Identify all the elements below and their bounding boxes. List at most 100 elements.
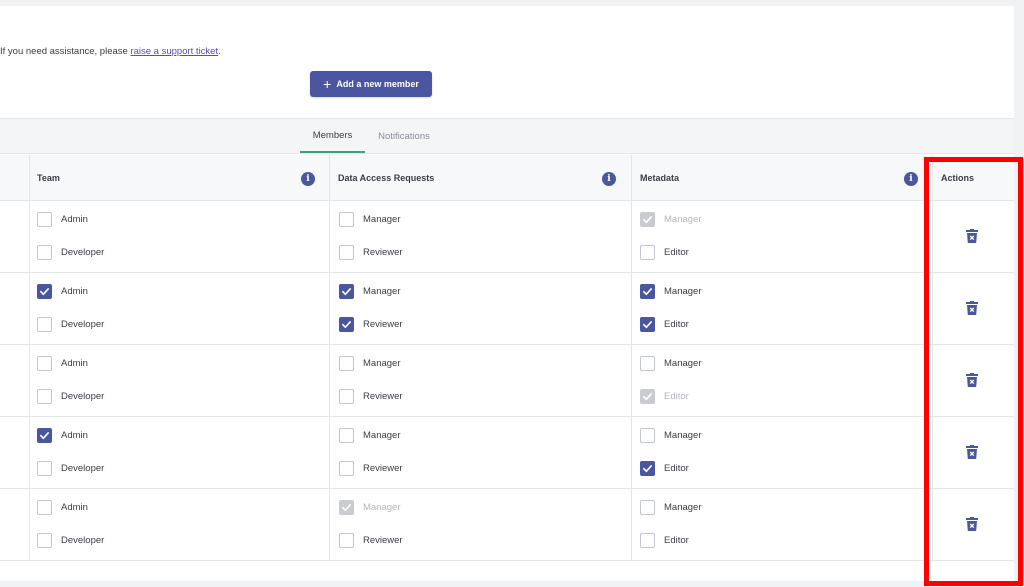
metadata-editor-label: Editor — [664, 246, 689, 258]
team-admin-checkbox[interactable] — [37, 355, 52, 371]
delete-member-button[interactable] — [966, 445, 978, 459]
team-developer-checkbox[interactable] — [37, 388, 52, 404]
dar-reviewer-checkbox[interactable] — [339, 388, 354, 404]
team-admin-checkbox[interactable] — [37, 499, 52, 515]
metadata-manager-option[interactable]: Manager — [640, 426, 702, 444]
team-developer-checkbox[interactable] — [37, 316, 52, 332]
dar-reviewer-option[interactable]: Reviewer — [339, 459, 403, 477]
team-developer-option[interactable]: Developer — [37, 315, 104, 333]
metadata-manager-option[interactable]: Manager — [640, 498, 702, 516]
support-ticket-link[interactable]: raise a support ticket — [130, 46, 218, 57]
dar-manager-option: Manager — [339, 498, 401, 516]
metadata-editor-checkbox — [640, 388, 655, 404]
team-admin-checkbox[interactable] — [37, 283, 52, 299]
team-admin-label: Admin — [61, 213, 88, 225]
team-admin-option[interactable]: Admin — [37, 354, 88, 372]
trash-icon — [966, 445, 978, 459]
add-member-label: Add a new member — [336, 79, 419, 89]
metadata-manager-checkbox[interactable] — [640, 499, 655, 515]
dar-manager-option[interactable]: Manager — [339, 210, 401, 228]
metadata-manager-label: Manager — [664, 429, 702, 441]
metadata-manager-checkbox[interactable] — [640, 283, 655, 299]
team-admin-option[interactable]: Admin — [37, 426, 88, 444]
metadata-editor-option[interactable]: Editor — [640, 315, 689, 333]
team-admin-checkbox[interactable] — [37, 211, 52, 227]
dar-reviewer-label: Reviewer — [363, 462, 403, 474]
delete-member-button[interactable] — [966, 373, 978, 387]
dar-manager-checkbox[interactable] — [339, 211, 354, 227]
team-developer-option[interactable]: Developer — [37, 459, 104, 477]
check-icon — [643, 320, 652, 328]
dar-reviewer-option[interactable]: Reviewer — [339, 315, 403, 333]
column-header-metadata: Metadata — [640, 173, 680, 183]
metadata-editor-option[interactable]: Editor — [640, 531, 689, 549]
dar-manager-checkbox[interactable] — [339, 283, 354, 299]
check-icon — [643, 464, 652, 472]
dar-reviewer-label: Reviewer — [363, 318, 403, 330]
metadata-manager-option[interactable]: Manager — [640, 282, 702, 300]
column-header-data-access-requests: Data Access Requests — [338, 173, 435, 183]
dar-manager-option[interactable]: Manager — [339, 426, 401, 444]
table-row: Admin Developer Manager Reviewer Manager Edit… — [0, 417, 1014, 489]
info-icon[interactable]: i — [301, 172, 315, 186]
tab-members[interactable]: Members — [300, 119, 365, 153]
metadata-editor-option[interactable]: Editor — [640, 243, 689, 261]
dar-reviewer-checkbox[interactable] — [339, 532, 354, 548]
plus-icon: + — [323, 75, 332, 92]
metadata-editor-checkbox[interactable] — [640, 244, 655, 260]
check-icon — [342, 503, 351, 511]
metadata-manager-label: Manager — [664, 285, 702, 297]
dar-manager-checkbox[interactable] — [339, 427, 354, 443]
metadata-editor-option: Editor — [640, 387, 689, 405]
metadata-editor-checkbox[interactable] — [640, 316, 655, 332]
check-icon — [40, 287, 49, 295]
team-developer-checkbox[interactable] — [37, 532, 52, 548]
dar-manager-checkbox[interactable] — [339, 355, 354, 371]
dar-manager-checkbox — [339, 499, 354, 515]
team-developer-label: Developer — [61, 318, 105, 330]
dar-reviewer-option[interactable]: Reviewer — [339, 387, 403, 405]
delete-member-button[interactable] — [966, 517, 978, 531]
team-admin-option[interactable]: Admin — [37, 210, 88, 228]
info-icon[interactable]: i — [602, 172, 616, 186]
info-icon[interactable]: i — [904, 172, 918, 186]
delete-member-button[interactable] — [966, 229, 978, 243]
dar-manager-option[interactable]: Manager — [339, 282, 401, 300]
help-prefix: If you need assistance, please — [0, 46, 131, 57]
dar-reviewer-checkbox[interactable] — [339, 460, 354, 476]
dar-manager-option[interactable]: Manager — [339, 354, 401, 372]
dar-manager-label: Manager — [363, 357, 401, 369]
metadata-manager-checkbox[interactable] — [640, 355, 655, 371]
metadata-manager-checkbox[interactable] — [640, 427, 655, 443]
team-admin-option[interactable]: Admin — [37, 498, 88, 516]
help-text: If you need assistance, please raise a s… — [0, 46, 221, 57]
dar-reviewer-checkbox[interactable] — [339, 244, 354, 260]
metadata-editor-label: Editor — [664, 318, 689, 330]
metadata-editor-checkbox[interactable] — [640, 532, 655, 548]
team-developer-option[interactable]: Developer — [37, 531, 104, 549]
team-developer-checkbox[interactable] — [37, 244, 52, 260]
team-developer-option[interactable]: Developer — [37, 387, 104, 405]
team-developer-checkbox[interactable] — [37, 460, 52, 476]
table-row: Admin Developer Manager Reviewer Manager Edit… — [0, 489, 1014, 561]
tab-notifications[interactable]: Notifications — [371, 119, 437, 153]
tab-bar: Members Notifications — [0, 118, 1014, 154]
team-developer-label: Developer — [61, 462, 105, 474]
metadata-editor-checkbox[interactable] — [640, 460, 655, 476]
table-row: Admin Developer Manager Reviewer Manager Edit… — [0, 273, 1014, 345]
metadata-editor-option[interactable]: Editor — [640, 459, 689, 477]
team-admin-option[interactable]: Admin — [37, 282, 88, 300]
metadata-manager-option[interactable]: Manager — [640, 354, 702, 372]
dar-reviewer-option[interactable]: Reviewer — [339, 243, 403, 261]
trash-icon — [966, 301, 978, 315]
team-admin-label: Admin — [61, 429, 88, 441]
dar-reviewer-checkbox[interactable] — [339, 316, 354, 332]
column-divider — [329, 155, 330, 560]
add-member-button[interactable]: + Add a new member — [310, 71, 432, 97]
team-developer-option[interactable]: Developer — [37, 243, 104, 261]
team-admin-checkbox[interactable] — [37, 427, 52, 443]
metadata-manager-checkbox — [640, 211, 655, 227]
delete-member-button[interactable] — [966, 301, 978, 315]
column-divider — [631, 155, 632, 560]
dar-reviewer-option[interactable]: Reviewer — [339, 531, 403, 549]
